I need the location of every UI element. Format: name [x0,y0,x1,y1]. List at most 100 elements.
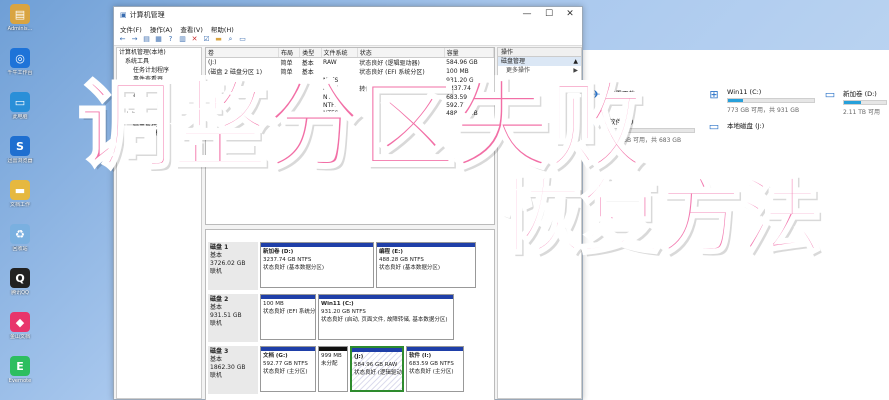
menu-file[interactable]: 文件(F) [120,24,142,34]
partition-title: Win11 (C:) [321,301,354,307]
drive-c-usage-bar [727,98,815,103]
app-icon: ▣ [120,11,127,19]
menu-view[interactable]: 查看(V) [180,24,203,34]
disk-info[interactable]: 磁盘 3 基本 1862.30 GB 联机 [208,346,258,394]
drive-d[interactable]: ▭ 新加卷 (D:) 2.11 TB 可用 [825,88,887,116]
drive-d-usage-bar [843,100,887,105]
disk-type: 基本 [210,304,223,311]
search-icon[interactable]: ⌕ [226,35,235,44]
kingsoft-docs-icon: ◆ [10,312,30,332]
partition-size: 3237.74 GB NTFS [263,257,312,263]
drive-j[interactable]: ▭ 本地磁盘 (J:) [709,120,815,133]
open-folder-icon[interactable]: ▬ [214,35,223,44]
desktop-icon-label: 金山文档 [9,334,30,340]
desktop-icon[interactable]: ◆ 金山文档 [2,312,38,340]
panel-icon[interactable]: ▭ [238,35,247,44]
partition-size: 488.28 GB NTFS [379,257,424,263]
partition-status: 未分配 [321,361,338,367]
partition-block[interactable]: 100 MB 状态良好 (EFI 系统分区) [260,294,316,340]
partition-title: 文档 (G:) [263,353,288,359]
disk-row: 磁盘 2基本931.51 GB联机100 MB状态良好 (EFI 系统分区)Wi… [206,294,494,342]
partition-status: 状态良好 (基本数据分区) [263,265,325,271]
partition-status: 状态良好 (主分区) [409,369,454,375]
disk-row: 磁盘 3 基本 1862.30 GB 联机 文档 (G:) 592.77 GB NTFS 状… [206,346,494,394]
desktop-icon-label: Evernote [8,378,32,384]
disk-status: 联机 [210,372,223,379]
folder-icon: ▬ [10,180,30,200]
partition-status: 状态良好 (启动, 页面文件, 故障转储, 基本数据分区) [321,317,448,323]
forward-icon[interactable]: → [130,35,139,44]
partition-size: 592.77 GB NTFS [263,361,308,367]
checklist-icon[interactable]: ☑ [202,35,211,44]
partition-size: 100 MB [263,301,284,307]
qianniu-icon: ◎ [10,48,30,68]
computer-icon: ▭ [10,92,30,112]
windows-drive-icon: ⊞ [709,88,719,101]
desktop-icon[interactable]: ♻ 回收站 [2,224,38,252]
desktop-icon[interactable]: E Evernote [2,356,38,384]
up-folder-icon[interactable]: ▤ [142,35,151,44]
desktop-icon[interactable]: Q 腾讯QQ [2,268,38,296]
desktop-icon-label: Adminis... [7,26,33,32]
desktop-icon[interactable]: ▤ Adminis... [2,4,38,32]
desktop-icon-label: 文档工作 [9,202,30,208]
disk-status: 联机 [210,268,223,275]
disk-type: 基本 [210,356,223,363]
disk-size: 1862.30 GB [210,364,246,371]
usage-fill [728,99,743,102]
drive-c[interactable]: ⊞ Win11 (C:) 773 GB 可用，共 931 GB [709,88,815,114]
title-bar: ▣ 计算机管理 — ☐ ✕ [114,7,582,23]
toolbar: ← → ▤ ▦ ? ▥ ✕ ☑ ▬ ⌕ ▭ [114,34,582,46]
disk-size: 931.51 GB [210,312,242,319]
close-icon[interactable]: ✕ [561,9,579,19]
disk-name: 磁盘 1 [210,244,229,251]
disk-type: 基本 [210,252,223,259]
menu-action[interactable]: 操作(A) [150,24,173,34]
maximize-icon[interactable]: ☐ [540,9,558,19]
menu-help[interactable]: 帮助(H) [211,24,234,34]
back-icon[interactable]: ← [118,35,127,44]
disk-name: 磁盘 3 [210,348,229,355]
partition-status: 状态良好 (逻辑驱动器) [354,370,404,376]
partition-size: 584.96 GB RAW [354,362,398,368]
partition-block[interactable]: 软件 (I:) 683.59 GB NTFS 状态良好 (主分区) [406,346,464,392]
desktop-icon[interactable]: S 迅雷浏览器 [2,136,38,164]
partition-block[interactable]: 999 MB 未分配 [318,346,348,392]
desktop-icon[interactable]: ▬ 文档工作 [2,180,38,208]
desktop-icon-label: 此电脑 [12,114,28,120]
disk-name: 磁盘 2 [210,296,229,303]
properties-icon[interactable]: ▦ [154,35,163,44]
partition-status: 状态良好 (基本数据分区) [379,265,441,271]
disk-info[interactable]: 磁盘 1 基本 3726.02 GB 联机 [208,242,258,290]
partition-block[interactable]: (J:) 584.96 GB RAW 状态良好 (逻辑驱动器) [350,346,404,392]
partition-title: 软件 (I:) [409,353,432,359]
partition-title: 编程 (E:) [379,249,403,255]
menu-bar: 文件(F) 操作(A) 查看(V) 帮助(H) [114,23,582,34]
partition-title: (J:) [354,354,364,360]
usage-fill [844,101,861,104]
disk-info[interactable]: 磁盘 2 基本 931.51 GB 联机 [208,294,258,342]
desktop-icon-label: 千牛工作台 [7,70,33,76]
window-title: 计算机管理 [129,11,165,19]
disk-status: 联机 [210,320,223,327]
evernote-icon: E [10,356,30,376]
user-folder-icon: ▤ [10,4,30,24]
delete-icon[interactable]: ✕ [190,35,199,44]
partition-size: 931.20 GB NTFS [321,309,366,315]
disk-row: 磁盘 1 基本 3726.02 GB 联机 新加卷 (D:) 3237.74 GB NTF… [206,242,494,290]
partition-block[interactable]: 新加卷 (D:) 3237.74 GB NTFS 状态良好 (基本数据分区) [260,242,374,288]
desktop-icon[interactable]: ◎ 千牛工作台 [2,48,38,76]
desktop-icon[interactable]: ▭ 此电脑 [2,92,38,120]
partition-block[interactable]: 编程 (E:) 488.28 GB NTFS 状态良好 (基本数据分区) [376,242,476,288]
help-icon[interactable]: ? [166,35,175,44]
minimize-icon[interactable]: — [518,9,536,19]
qq-icon: Q [10,268,30,288]
partition-size: 999 MB [321,353,342,359]
desktop-icons: ▤ Adminis... ◎ 千牛工作台 ▭ 此电脑 S 迅雷浏览器 ▬ 文档工作 ♻ 回收站 Q 腾讯Q… [0,0,40,400]
overlay-title-line2: 恢复方法 [498,169,823,267]
partition-block[interactable]: 文档 (G:) 592.77 GB NTFS 状态良好 (主分区) [260,346,316,392]
disk-size: 3726.02 GB [210,260,246,267]
list-icon[interactable]: ▥ [178,35,187,44]
partition-size: 683.59 GB NTFS [409,361,454,367]
partition-block[interactable]: Win11 (C:) 931.20 GB NTFS 状态良好 (启动, 页面文件, … [318,294,454,340]
